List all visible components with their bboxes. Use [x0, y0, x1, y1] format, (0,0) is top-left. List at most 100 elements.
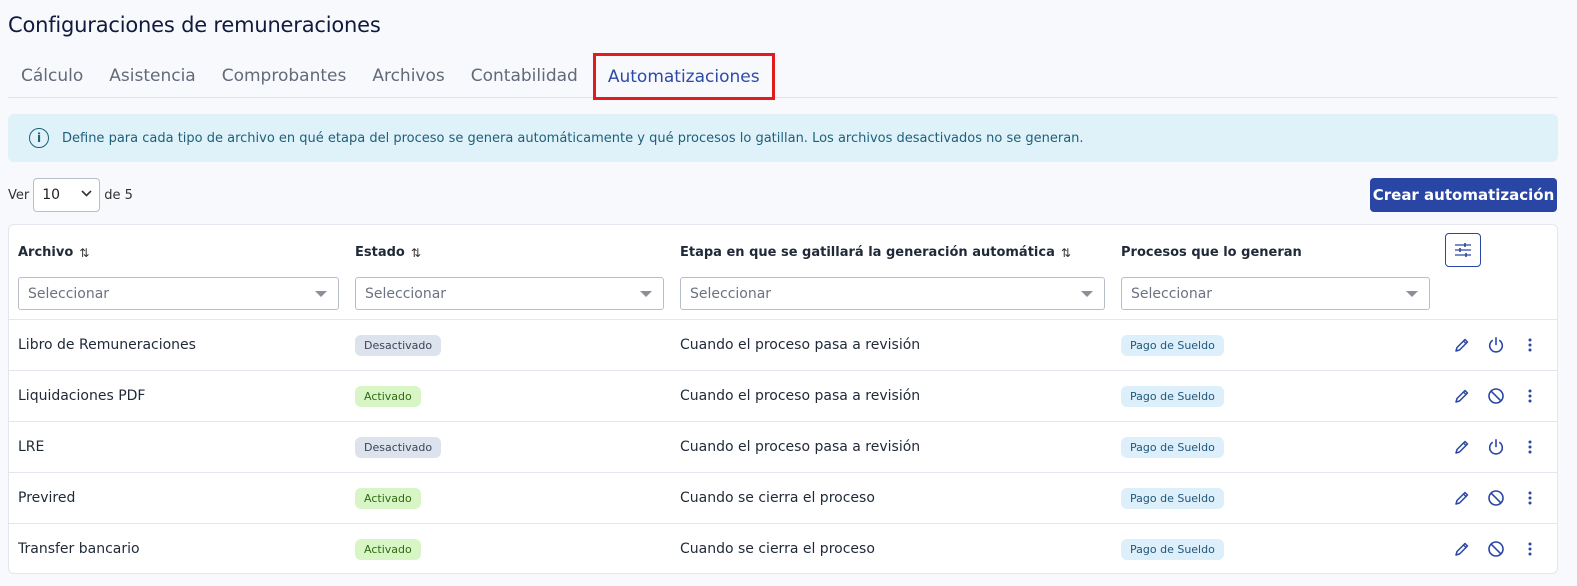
- cell-procesos: Pago de Sueldo: [1121, 320, 1224, 370]
- toggle-status-button[interactable]: [1479, 430, 1513, 464]
- cell-etapa: Cuando se cierra el proceso: [680, 473, 875, 523]
- tab-archivos[interactable]: Archivos: [359, 54, 457, 97]
- more-options-button[interactable]: [1513, 481, 1547, 515]
- status-badge: Desactivado: [355, 436, 442, 458]
- edit-button[interactable]: [1445, 532, 1479, 566]
- filter-placeholder: Seleccionar: [365, 285, 447, 302]
- filter-estado[interactable]: Seleccionar: [355, 277, 664, 310]
- edit-button[interactable]: [1445, 481, 1479, 515]
- cell-estado: Activado: [355, 524, 421, 573]
- cell-etapa: Cuando el proceso pasa a revisión: [680, 371, 920, 421]
- tab-contabilidad[interactable]: Contabilidad: [458, 54, 591, 97]
- cell-etapa: Cuando el proceso pasa a revisión: [680, 320, 920, 370]
- toggle-status-button[interactable]: [1479, 532, 1513, 566]
- edit-button[interactable]: [1445, 328, 1479, 362]
- toggle-status-button[interactable]: [1479, 328, 1513, 362]
- filter-placeholder: Seleccionar: [28, 285, 110, 302]
- archivo-name: Liquidaciones PDF: [18, 388, 146, 404]
- create-automation-button[interactable]: Crear automatización: [1370, 178, 1557, 212]
- more-options-button[interactable]: [1513, 430, 1547, 464]
- pencil-icon: [1455, 338, 1469, 352]
- status-badge: Activado: [355, 487, 421, 509]
- process-badge: Pago de Sueldo: [1121, 334, 1224, 356]
- page-size-select-wrap: 10: [29, 178, 104, 212]
- caret-down-icon: [1081, 291, 1093, 297]
- filter-procesos[interactable]: Seleccionar: [1121, 277, 1430, 310]
- etapa-text: Cuando el proceso pasa a revisión: [680, 388, 921, 404]
- cell-etapa: Cuando el proceso pasa a revisión: [680, 422, 920, 472]
- cell-procesos: Pago de Sueldo: [1121, 371, 1224, 421]
- info-icon: i: [29, 128, 49, 148]
- pager-suffix: de 5: [104, 187, 133, 203]
- column-label: Procesos que lo generan: [1121, 245, 1302, 260]
- table-header: Archivo ⇅ Estado ⇅ Etapa en que se gatil…: [9, 225, 1557, 320]
- process-badge: Pago de Sueldo: [1121, 436, 1224, 458]
- caret-down-icon: [640, 291, 652, 297]
- column-label: Estado: [355, 245, 405, 260]
- caret-down-icon: [315, 291, 327, 297]
- info-banner: i Define para cada tipo de archivo en qu…: [8, 114, 1558, 162]
- filter-archivo[interactable]: Seleccionar: [18, 277, 339, 310]
- page-size-select[interactable]: 10: [33, 178, 101, 212]
- edit-button[interactable]: [1445, 379, 1479, 413]
- pager-prefix: Ver: [8, 187, 30, 203]
- more-options-button[interactable]: [1513, 379, 1547, 413]
- column-label: Archivo: [18, 245, 74, 260]
- column-header-procesos: Procesos que lo generan: [1121, 245, 1302, 260]
- row-actions: [1445, 473, 1547, 523]
- cell-estado: Activado: [355, 371, 421, 421]
- filter-placeholder: Seleccionar: [1131, 285, 1213, 302]
- cell-archivo: LRE: [18, 422, 44, 472]
- ban-icon: [1488, 490, 1504, 506]
- power-icon: [1488, 439, 1504, 455]
- etapa-text: Cuando se cierra el proceso: [680, 490, 875, 506]
- power-icon: [1488, 337, 1504, 353]
- table-row-3: LRE Desactivado Cuando el proceso pasa a…: [9, 422, 1557, 473]
- toggle-status-button[interactable]: [1479, 481, 1513, 515]
- table-row-4: Previred Activado Cuando se cierra el pr…: [9, 473, 1557, 524]
- sort-icon[interactable]: ⇅: [1061, 246, 1071, 260]
- more-vertical-icon: [1528, 542, 1532, 556]
- ban-icon: [1488, 541, 1504, 557]
- archivo-name: LRE: [18, 439, 45, 455]
- cell-estado: Activado: [355, 473, 421, 523]
- more-options-button[interactable]: [1513, 532, 1547, 566]
- cell-archivo: Liquidaciones PDF: [18, 371, 145, 421]
- column-label: Etapa en que se gatillará la generación …: [680, 245, 1055, 260]
- cell-procesos: Pago de Sueldo: [1121, 422, 1224, 472]
- column-header-archivo[interactable]: Archivo ⇅: [18, 245, 89, 260]
- tab-bar: Cálculo Asistencia Comprobantes Archivos…: [8, 53, 1558, 100]
- column-settings-button[interactable]: [1445, 233, 1481, 267]
- pencil-icon: [1455, 491, 1469, 505]
- tab-comprobantes[interactable]: Comprobantes: [209, 54, 360, 97]
- pencil-icon: [1455, 542, 1469, 556]
- archivo-name: Transfer bancario: [18, 541, 140, 557]
- ban-icon: [1488, 388, 1504, 404]
- row-actions: [1445, 320, 1547, 370]
- page-title: Configuraciones de remuneraciones: [8, 13, 381, 37]
- automations-table: Archivo ⇅ Estado ⇅ Etapa en que se gatil…: [8, 224, 1558, 574]
- row-actions: [1445, 371, 1547, 421]
- filter-etapa[interactable]: Seleccionar: [680, 277, 1105, 310]
- toggle-status-button[interactable]: [1479, 379, 1513, 413]
- process-badge: Pago de Sueldo: [1121, 538, 1224, 560]
- archivo-name: Previred: [18, 490, 76, 506]
- more-vertical-icon: [1528, 440, 1532, 454]
- more-options-button[interactable]: [1513, 328, 1547, 362]
- archivo-name: Libro de Remuneraciones: [18, 337, 196, 353]
- table-row-1: Libro de Remuneraciones Desactivado Cuan…: [9, 320, 1557, 371]
- cell-archivo: Libro de Remuneraciones: [18, 320, 196, 370]
- tab-calculo[interactable]: Cálculo: [8, 54, 96, 97]
- sort-icon[interactable]: ⇅: [411, 246, 421, 260]
- column-header-etapa[interactable]: Etapa en que se gatillará la generación …: [680, 245, 1071, 260]
- more-vertical-icon: [1528, 491, 1532, 505]
- status-badge: Activado: [355, 538, 421, 560]
- edit-button[interactable]: [1445, 430, 1479, 464]
- cell-estado: Desactivado: [355, 320, 442, 370]
- more-vertical-icon: [1528, 338, 1532, 352]
- sort-icon[interactable]: ⇅: [79, 246, 89, 260]
- row-actions: [1445, 422, 1547, 472]
- column-header-estado[interactable]: Estado ⇅: [355, 245, 421, 260]
- tab-asistencia[interactable]: Asistencia: [96, 54, 208, 97]
- tab-automatizaciones[interactable]: Automatizaciones: [592, 53, 775, 100]
